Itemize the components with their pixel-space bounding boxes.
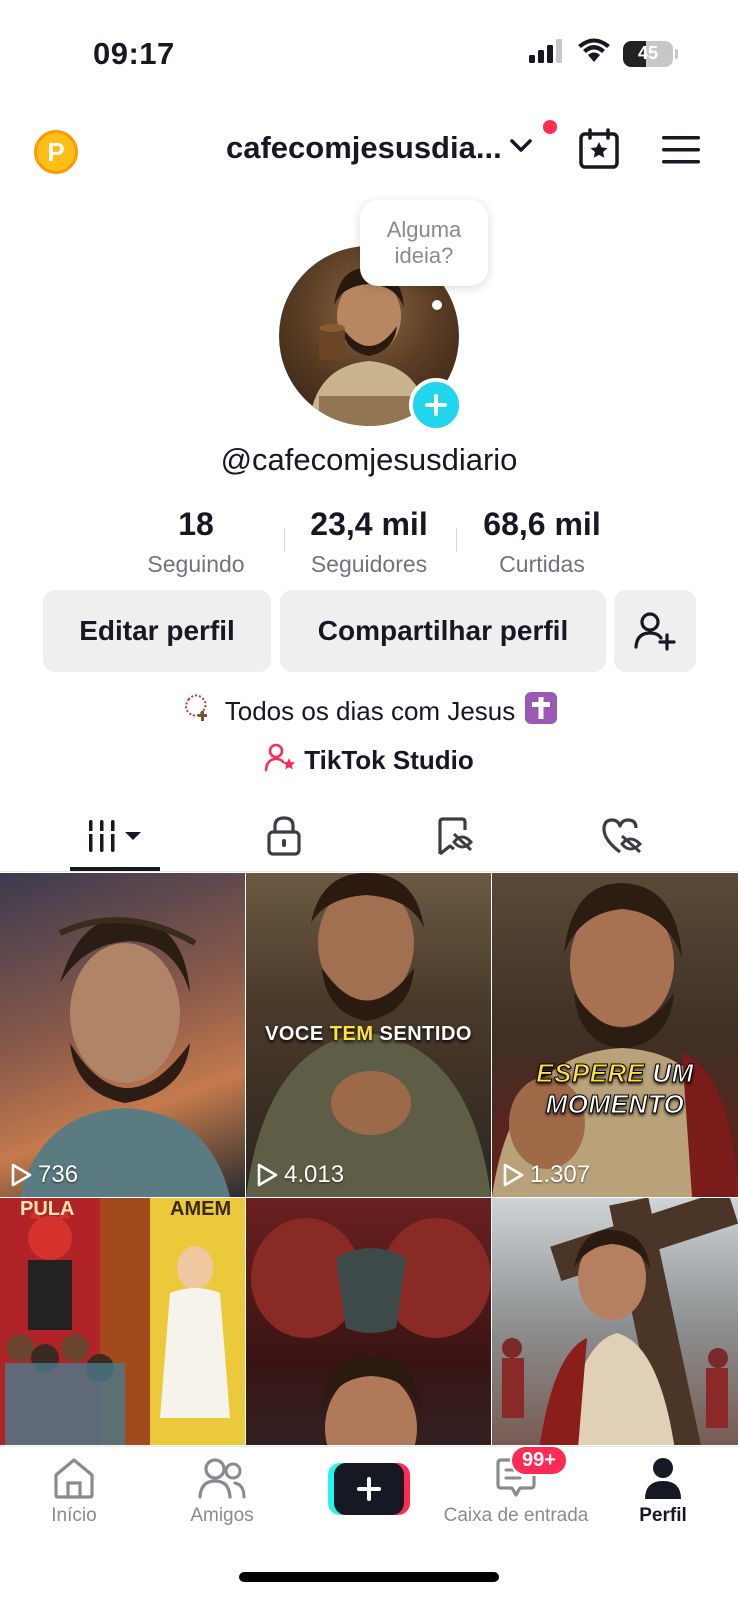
stat-followers[interactable]: 23,4 mil Seguidores [289,506,449,578]
stat-following[interactable]: 18 Seguindo [116,506,276,578]
stat-label: Seguidores [310,551,428,577]
chevron-down-icon [509,138,532,158]
overlay-highlight: TEM [329,1023,374,1045]
video-thumbnail[interactable] [246,1198,491,1445]
plus-icon [425,394,447,416]
video-thumbnail[interactable]: VOCE TEM SENTIDO 4.013 [246,873,491,1197]
studio-icon [264,742,296,779]
video-overlay-text: VOCE TEM SENTIDO [246,1023,491,1046]
view-count: 4.013 [256,1161,344,1189]
profile-bio: Todos os dias com Jesus [0,692,738,731]
nav-friends[interactable]: Amigos [147,1457,297,1527]
play-icon [503,1163,524,1187]
tiktok-studio-link[interactable]: TikTok Studio [0,742,738,779]
bubble-tail [432,300,442,310]
add-friend-button[interactable] [614,590,696,672]
edit-profile-button[interactable]: Editar perfil [43,590,271,672]
active-tab-indicator [70,867,160,871]
inbox-badge: 99+ [510,1445,568,1476]
view-count-value: 4.013 [284,1161,345,1188]
share-profile-button[interactable]: Compartilhar perfil [280,590,606,672]
liked-icon [602,818,643,854]
stat-value: 18 [178,506,214,542]
nav-label: Início [51,1505,97,1526]
stat-divider [456,528,457,552]
add-user-icon [634,612,676,651]
video-thumbnail[interactable]: ESPERE UM MOMENTO 1.307 [492,873,738,1197]
nav-label: Perfil [639,1505,687,1526]
plus-icon [334,1463,404,1515]
friends-icon [198,1458,246,1499]
wifi-icon [577,38,611,69]
sign-right: AMEM [170,1198,232,1220]
stat-label: Seguindo [147,551,245,577]
overlay-highlight: ESPERE [536,1058,645,1089]
idea-bubble[interactable]: Alguma ideia? [360,200,488,286]
status-bar: 09:17 45 [0,0,738,100]
view-count-value: 736 [38,1161,79,1188]
video-grid: 736 VOCE TEM SENTIDO 4.013 ESPERE UM MOM… [0,873,738,1445]
home-icon [54,1458,94,1499]
nav-home[interactable]: Início [0,1457,149,1527]
nav-profile[interactable]: Perfil [588,1457,738,1527]
account-switcher[interactable]: cafecomjesusdia... [226,130,532,166]
battery-icon: 45 [623,40,673,67]
video-thumbnail[interactable]: 736 [0,873,245,1197]
rosary-icon [181,693,215,730]
nav-label: Caixa de entrada [443,1505,589,1526]
tab-saved[interactable] [408,800,500,872]
view-count: 1.307 [502,1161,590,1189]
stat-label: Curtidas [499,551,585,577]
profile-handle: @cafecomjesusdiario [220,442,518,477]
lock-icon [267,816,301,856]
status-time: 09:17 [93,36,175,71]
videos-grid-icon [89,820,141,852]
cellular-signal-icon [529,39,565,68]
video-overlay-text: ESPERE UM MOMENTO [492,1058,738,1120]
saved-icon [438,817,474,856]
notification-dot [543,120,557,134]
overlay-part: VOCE [265,1023,330,1045]
cross-icon [525,692,558,731]
bio-text: Todos os dias com Jesus [224,696,516,726]
tab-liked[interactable] [576,800,668,872]
profile-header: P cafecomjesusdia... [0,120,738,190]
overlay-part: SENTIDO [373,1023,472,1045]
stat-divider [284,528,285,552]
status-icons: 45 [529,38,678,69]
battery-level: 45 [637,43,659,63]
tab-videos[interactable] [70,800,162,872]
tab-private[interactable] [238,800,330,872]
content-tabs [0,800,738,872]
menu-icon[interactable] [662,136,700,169]
play-icon [257,1163,278,1187]
stat-value: 23,4 mil [310,506,428,542]
battery-tip [675,48,678,59]
view-count: 736 [10,1161,78,1189]
play-icon [11,1163,32,1187]
calendar-star-icon[interactable] [578,128,620,175]
studio-label: TikTok Studio [304,745,474,775]
video-thumbnail[interactable]: PULA AMEM [0,1198,245,1445]
profile-icon [645,1458,681,1499]
home-indicator [239,1572,499,1582]
header-username: cafecomjesusdia... [226,130,502,165]
stat-value: 68,6 mil [483,506,601,542]
add-story-button[interactable] [409,378,463,432]
video-thumbnail[interactable] [492,1198,738,1445]
view-count-value: 1.307 [530,1161,591,1188]
coin-icon[interactable]: P [34,130,78,174]
stat-likes[interactable]: 68,6 mil Curtidas [462,506,622,578]
create-button[interactable] [328,1463,410,1515]
sign-left: PULA [20,1198,75,1220]
nav-label: Amigos [190,1505,254,1526]
